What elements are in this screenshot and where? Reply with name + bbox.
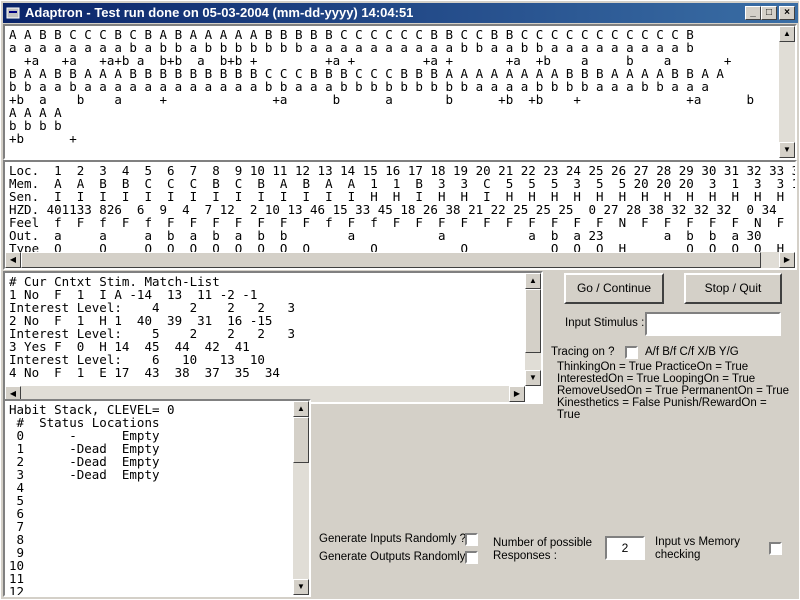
app-icon [6, 7, 20, 19]
status-flag-line: Kinesthetics = False Punish/RewardOn = [557, 397, 767, 409]
gen-outputs-label: Generate Outputs Randomly? [319, 551, 472, 563]
status-flags: ThinkingOn = True PracticeOn = True Inter… [557, 361, 789, 421]
input-vs-memory-label-line1: Input vs Memory [655, 536, 740, 548]
sequence-vscroll[interactable]: ▲ ▼ [779, 26, 795, 158]
memory-hscroll[interactable]: ◀ ▶ [5, 252, 795, 268]
status-flag-line: ThinkingOn = True PracticeOn = True [557, 361, 749, 373]
context-panel: # Cur Cntxt Stim. Match-List 1 No F 1 I A… [3, 271, 543, 404]
tracing-options-label: A/f B/f C/f X/B Y/G [645, 346, 739, 358]
status-flag-line: RemoveUsedOn = True PermanentOn = True [557, 385, 790, 397]
scroll-down-icon[interactable]: ▼ [525, 370, 541, 386]
window-title: Adaptron - Test run done on 05-03-2004 (… [25, 5, 414, 20]
scroll-up-icon[interactable]: ▲ [525, 273, 541, 289]
text-line: 8 [9, 532, 25, 547]
gen-inputs-checkbox[interactable] [465, 533, 478, 546]
text-line: b b b b [9, 118, 62, 133]
gen-outputs-checkbox[interactable] [465, 551, 478, 564]
input-vs-memory-checkbox[interactable] [769, 542, 782, 555]
text-line: 6 [9, 506, 25, 521]
sequence-text: A A B B C C C B C B A B A A A A A B B B … [9, 28, 797, 146]
text-line: 5 [9, 493, 25, 508]
num-responses-field[interactable] [605, 536, 645, 560]
maximize-button[interactable]: □ [761, 6, 777, 20]
minimize-button[interactable]: _ [745, 6, 761, 20]
habit-stack-text: Habit Stack, CLEVEL= 0 # Status Location… [9, 403, 175, 597]
habit-stack-panel: Habit Stack, CLEVEL= 0 # Status Location… [3, 399, 311, 597]
text-line: 3 -Dead Empty [9, 467, 160, 482]
tracing-checkbox[interactable] [625, 346, 638, 359]
maximize-icon: □ [765, 7, 773, 18]
status-flag-line: InterestedOn = True LoopingOn = True [557, 373, 756, 385]
input-stimulus-field[interactable] [645, 312, 781, 336]
text-line: 11 [9, 571, 25, 586]
context-vscroll[interactable]: ▲ ▼ [525, 273, 541, 386]
scroll-up-icon[interactable]: ▲ [779, 26, 795, 42]
stop-quit-button[interactable]: Stop / Quit [684, 273, 782, 304]
text-line: +b a b a + +a b a b +b +b + +a b a b [9, 92, 797, 107]
scroll-right-icon[interactable]: ▶ [779, 252, 795, 268]
minimize-icon: _ [750, 7, 756, 18]
input-vs-memory-label-line2: checking [655, 549, 701, 561]
title-bar[interactable]: Adaptron - Test run done on 05-03-2004 (… [3, 3, 798, 23]
input-stimulus-label: Input Stimulus : [565, 317, 645, 329]
scroll-down-icon[interactable]: ▼ [293, 579, 309, 595]
text-line: 9 [9, 545, 25, 560]
memory-hscroll-thumb[interactable] [21, 252, 761, 268]
text-line: 4 [9, 480, 25, 495]
memory-table-panel: Loc. 1 2 3 4 5 6 7 8 9 10 11 12 13 14 15… [3, 160, 797, 270]
num-responses-label-line1: Number of possible [493, 537, 593, 549]
tracing-label: Tracing on ? [551, 346, 615, 358]
text-line: A A A A [9, 105, 62, 120]
text-line: 10 [9, 558, 25, 573]
context-vscroll-thumb[interactable] [525, 289, 541, 353]
num-responses-label-line2: Responses : [493, 550, 557, 562]
close-icon: × [784, 7, 790, 18]
app-window: Adaptron - Test run done on 05-03-2004 (… [0, 0, 800, 600]
gen-inputs-label: Generate Inputs Randomly ? [319, 533, 467, 545]
go-continue-button[interactable]: Go / Continue [564, 273, 664, 304]
habit-vscroll-thumb[interactable] [293, 417, 309, 463]
memory-table-text: Loc. 1 2 3 4 5 6 7 8 9 10 11 12 13 14 15… [9, 164, 795, 255]
close-button[interactable]: × [779, 6, 795, 20]
text-line: 7 [9, 519, 25, 534]
scroll-up-icon[interactable]: ▲ [293, 401, 309, 417]
habit-vscroll[interactable]: ▲ ▼ [293, 401, 309, 595]
text-line: +b + [9, 131, 77, 146]
scroll-left-icon[interactable]: ◀ [5, 252, 21, 268]
scroll-right-icon[interactable]: ▶ [509, 386, 525, 402]
status-flag-line: True [557, 409, 581, 421]
sequence-panel: A A B B C C C B C B A B A A A A A B B B … [3, 24, 797, 160]
text-line: 4 No F 1 E 17 43 38 37 35 34 [9, 365, 280, 380]
text-line: 12 [9, 584, 25, 597]
context-text: # Cur Cntxt Stim. Match-List 1 No F 1 I A… [9, 275, 295, 379]
scroll-down-icon[interactable]: ▼ [779, 142, 795, 158]
